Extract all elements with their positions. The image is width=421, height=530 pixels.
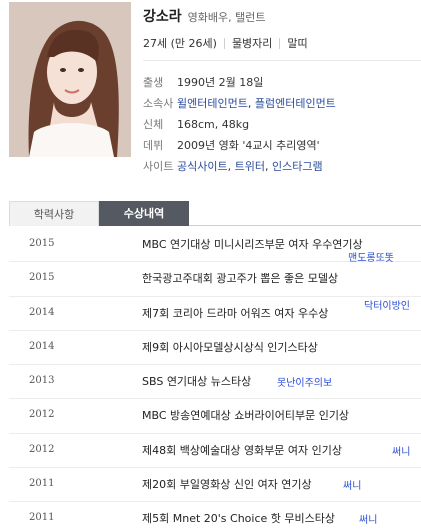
comma: , [247, 97, 255, 110]
chinese-zodiac: 말띠 [287, 37, 308, 50]
award-year: 2015 [29, 238, 55, 249]
award-year: 2012 [29, 409, 55, 421]
award-title: SBS 연기대상 뉴스타상 [142, 375, 252, 389]
awards-list: 2015 MBC 연기대상 미니시리즈부문 여자 우수연기상 맨도롱또똣 201… [9, 228, 421, 530]
award-row: 2011 제5회 Mnet 20's Choice 핫 무비스타상 써니 [9, 502, 421, 530]
award-title: MBC 연기대상 미니시리즈부문 여자 우수연기상 [142, 238, 363, 251]
award-year: 2014 [29, 306, 55, 318]
info-row-body: 신체 168cm, 48kg [143, 114, 336, 135]
comma: , [227, 160, 235, 173]
award-title: 한국광고주대회 광고주가 뽑은 좋은 모델상 [142, 272, 339, 286]
zodiac: 물병자리 [231, 37, 273, 50]
site-link-official[interactable]: 공식사이트 [177, 160, 228, 173]
award-title: 제9회 아시아모델상시상식 인기스타상 [142, 340, 318, 354]
award-year: 2011 [29, 512, 55, 524]
occupation: 영화배우, 탤런트 [187, 11, 266, 24]
tab-awards[interactable]: 수상내역 [99, 201, 189, 226]
name-row: 강소라 영화배우, 탤런트 [143, 0, 421, 30]
award-row: 2015 한국광고주대회 광고주가 뽑은 좋은 모델상 [9, 262, 421, 297]
agency-link[interactable]: 윌엔터테인먼트 [177, 97, 248, 110]
info-row-site: 사이트 공식사이트, 트위터, 인스타그램 [143, 156, 336, 177]
award-work-link[interactable]: 써니 [359, 511, 377, 526]
comma: , [264, 160, 272, 173]
info-list: 출생 1990년 2월 18일 소속사 윌엔터테인먼트, 플럼엔터테인먼트 신체… [143, 72, 336, 177]
award-year: 2015 [29, 272, 55, 284]
award-title: 제7회 코리아 드라마 어워즈 여자 우수상 [142, 306, 329, 320]
info-label: 출생 [143, 76, 164, 89]
site-link-instagram[interactable]: 인스타그램 [272, 160, 323, 173]
site-links: 공식사이트, 트위터, 인스타그램 [177, 156, 323, 177]
award-work-link[interactable]: 닥터이방인 [364, 297, 410, 312]
award-row: 2012 MBC 방송연예대상 쇼버라이어티부문 인기상 [9, 399, 421, 434]
info-row-birth: 출생 1990년 2월 18일 [143, 72, 336, 93]
info-label: 신체 [143, 118, 164, 131]
age: 27세 (만 26세) [143, 37, 217, 50]
site-link-twitter[interactable]: 트위터 [235, 160, 265, 173]
award-year: 2011 [29, 478, 55, 490]
award-row: 2014 제7회 코리아 드라마 어워즈 여자 우수상 닥터이방인 [9, 297, 421, 331]
award-title: 제20회 부일영화상 신인 여자 연기상 [142, 478, 312, 492]
profile-photo[interactable] [9, 2, 131, 157]
meta-row: 27세 (만 26세) 물병자리 말띠 [143, 30, 421, 56]
agency-link[interactable]: 플럼엔터테인먼트 [255, 97, 336, 110]
tab-bar: 학력사항 수상내역 [9, 201, 421, 226]
profile-header: 강소라 영화배우, 탤런트 27세 (만 26세) 물병자리 말띠 [143, 0, 421, 56]
separator [223, 37, 225, 49]
info-label: 소속사 [143, 97, 174, 110]
award-work-link[interactable]: 못난이주의보 [277, 374, 332, 389]
birth-date: 1990년 2월 18일 [177, 76, 264, 89]
info-row-debut: 데뷔 2009년 영화 '4교시 추리영역' [143, 135, 336, 156]
award-work-link[interactable]: 써니 [343, 477, 361, 492]
award-row: 2014 제9회 아시아모델상시상식 인기스타상 [9, 331, 421, 366]
agency-links: 윌엔터테인먼트, 플럼엔터테인먼트 [177, 93, 336, 114]
award-work-link[interactable]: 써니 [392, 443, 410, 458]
award-title: 제5회 Mnet 20's Choice 핫 무비스타상 [142, 512, 335, 526]
divider [143, 60, 421, 61]
award-title: MBC 방송연예대상 쇼버라이어티부문 인기상 [142, 409, 350, 423]
body-stats: 168cm, 48kg [177, 118, 250, 131]
debut: 2009년 영화 '4교시 추리영역' [177, 139, 320, 152]
separator [279, 37, 281, 49]
award-year: 2012 [29, 443, 55, 455]
tab-education[interactable]: 학력사항 [9, 201, 99, 226]
info-label: 사이트 [143, 160, 174, 173]
info-label: 데뷔 [143, 139, 164, 152]
award-row: 2013 SBS 연기대상 뉴스타상 못난이주의보 [9, 365, 421, 400]
award-row: 2015 MBC 연기대상 미니시리즈부문 여자 우수연기상 맨도롱또똣 [9, 228, 421, 264]
award-year: 2013 [29, 375, 55, 387]
award-row: 2011 제20회 부일영화상 신인 여자 연기상 써니 [9, 468, 421, 503]
person-name[interactable]: 강소라 [143, 6, 182, 26]
award-title: 제48회 백상예술대상 영화부문 여자 인기상 [142, 443, 343, 457]
info-row-agency: 소속사 윌엔터테인먼트, 플럼엔터테인먼트 [143, 93, 336, 114]
award-row: 2012 제48회 백상예술대상 영화부문 여자 인기상 써니 [9, 434, 421, 469]
award-year: 2014 [29, 340, 55, 352]
